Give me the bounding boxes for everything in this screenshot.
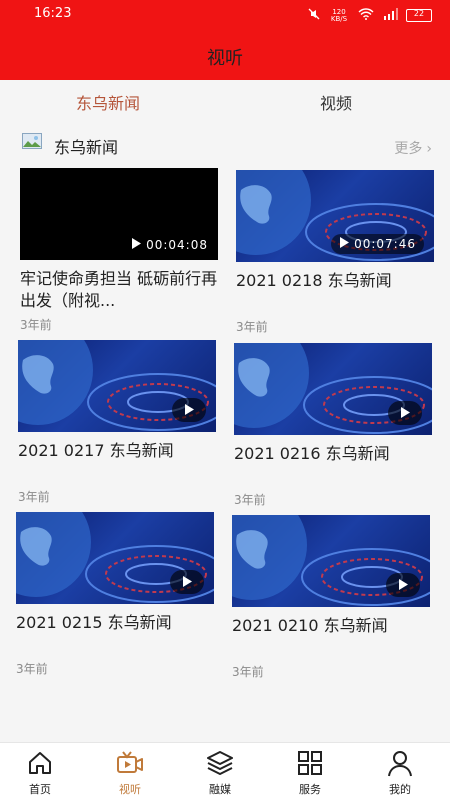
chevron-right-icon: › [426, 141, 432, 157]
video-time-ago: 3年前 [234, 493, 266, 507]
play-icon [185, 404, 194, 415]
video-thumbnail[interactable]: 00:07:46 [236, 170, 434, 262]
video-card[interactable]: 00:04:08 牢记使命勇担当 砥砺前行再出发（附视... 3年前 [20, 168, 218, 333]
wifi-icon [358, 8, 374, 23]
video-card[interactable]: 2021 0215 东乌新闻 3年前 [16, 512, 214, 677]
video-title[interactable]: 牢记使命勇担当 砥砺前行再出发（附视... [20, 268, 218, 312]
user-icon [370, 749, 430, 777]
grid-icon [280, 749, 340, 777]
play-icon [399, 579, 408, 590]
more-label: 更多 [394, 141, 423, 157]
section-title: 东乌新闻 [54, 138, 119, 157]
video-icon [100, 749, 160, 777]
image-icon [22, 133, 42, 149]
duration-text: 00:04:08 [146, 238, 208, 252]
video-title[interactable]: 2021 0216 东乌新闻 [234, 443, 432, 487]
status-bar: 16:23 120 KB/S 22 [0, 0, 450, 30]
tab-dongwu-news[interactable]: 东乌新闻 [76, 90, 140, 114]
status-time: 16:23 [34, 6, 72, 21]
nav-media[interactable]: 视听 [100, 749, 160, 797]
video-thumbnail[interactable] [234, 343, 432, 435]
net-speed: 120 KB/S [330, 7, 348, 23]
nav-label: 视听 [119, 783, 141, 796]
tab-video[interactable]: 视频 [320, 90, 352, 114]
home-icon [10, 749, 70, 777]
nav-label: 服务 [299, 783, 321, 796]
nav-profile[interactable]: 我的 [370, 749, 430, 797]
play-button[interactable] [388, 401, 422, 425]
bottom-nav: 首页 视听 融媒 服务 我的 [0, 742, 450, 801]
more-link[interactable]: 更多 › [394, 138, 432, 158]
status-icons: 120 KB/S 22 [308, 8, 432, 23]
section-header: 东乌新闻 更多 › [0, 130, 450, 158]
video-thumbnail[interactable] [18, 340, 216, 432]
play-icon [131, 238, 142, 252]
signal-icon [382, 8, 398, 23]
play-icon [339, 237, 350, 251]
page-title: 视听 [207, 48, 243, 69]
play-icon [183, 576, 192, 587]
video-card[interactable]: 2021 0210 东乌新闻 3年前 [232, 515, 430, 680]
video-card[interactable]: 2021 0217 东乌新闻 3年前 [18, 340, 216, 505]
video-time-ago: 3年前 [18, 490, 50, 504]
play-button[interactable] [386, 573, 420, 597]
battery-level: 22 [413, 9, 425, 18]
nav-label: 我的 [389, 783, 411, 796]
video-duration: 00:07:46 [331, 234, 424, 254]
play-button[interactable] [170, 570, 204, 594]
tab-bar: 东乌新闻 视频 [0, 82, 450, 122]
video-card[interactable]: 00:07:46 2021 0218 东乌新闻 3年前 [236, 170, 434, 335]
video-time-ago: 3年前 [20, 318, 52, 332]
video-duration: 00:04:08 [131, 238, 208, 252]
battery-icon: 22 [406, 9, 432, 22]
video-time-ago: 3年前 [232, 665, 264, 679]
app-header: 视听 [0, 30, 450, 80]
play-button[interactable] [172, 398, 206, 422]
video-card[interactable]: 2021 0216 东乌新闻 3年前 [234, 343, 432, 508]
play-icon [401, 407, 410, 418]
nav-home[interactable]: 首页 [10, 749, 70, 797]
nav-services[interactable]: 服务 [280, 749, 340, 797]
layers-icon [190, 749, 250, 777]
video-time-ago: 3年前 [236, 320, 268, 334]
video-title[interactable]: 2021 0215 东乌新闻 [16, 612, 214, 656]
nav-label: 融媒 [209, 783, 231, 796]
video-title[interactable]: 2021 0210 东乌新闻 [232, 615, 430, 659]
video-time-ago: 3年前 [16, 662, 48, 676]
video-thumbnail[interactable] [232, 515, 430, 607]
nav-rongmei[interactable]: 融媒 [190, 749, 250, 797]
video-thumbnail[interactable]: 00:04:08 [20, 168, 218, 260]
duration-text: 00:07:46 [354, 237, 416, 251]
video-thumbnail[interactable] [16, 512, 214, 604]
nav-label: 首页 [29, 783, 51, 796]
video-title[interactable]: 2021 0218 东乌新闻 [236, 270, 434, 314]
video-title[interactable]: 2021 0217 东乌新闻 [18, 440, 216, 484]
mute-icon [308, 8, 320, 23]
